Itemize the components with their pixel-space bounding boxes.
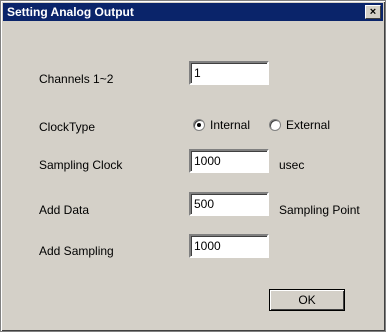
close-button[interactable]: × xyxy=(365,5,381,19)
clock-type-internal-label[interactable]: Internal xyxy=(210,118,250,132)
add-data-input[interactable]: 500 xyxy=(189,192,269,216)
radio-selected-dot xyxy=(197,123,201,127)
channels-label: Channels 1~2 xyxy=(39,72,114,86)
title-bar[interactable]: Setting Analog Output × xyxy=(3,3,383,21)
add-sampling-label: Add Sampling xyxy=(39,244,114,258)
sampling-clock-label: Sampling Clock xyxy=(39,158,123,172)
channels-input[interactable]: 1 xyxy=(189,61,269,85)
dialog-title: Setting Analog Output xyxy=(7,5,134,19)
sampling-clock-input[interactable]: 1000 xyxy=(189,149,269,173)
ok-button[interactable]: OK xyxy=(269,289,345,311)
sampling-clock-unit: usec xyxy=(279,158,305,172)
close-icon: × xyxy=(369,6,377,18)
clock-type-external-radio[interactable] xyxy=(269,119,281,131)
add-data-unit: Sampling Point xyxy=(279,203,360,217)
add-sampling-input[interactable]: 1000 xyxy=(189,234,269,258)
clock-type-external-label[interactable]: External xyxy=(286,118,330,132)
clock-type-internal-radio[interactable] xyxy=(193,119,205,131)
ok-button-label: OK xyxy=(298,293,316,307)
add-data-label: Add Data xyxy=(39,203,90,217)
clock-type-label: ClockType xyxy=(39,120,96,134)
setting-analog-output-dialog: Setting Analog Output × Channels 1~2 1 C… xyxy=(0,0,386,332)
